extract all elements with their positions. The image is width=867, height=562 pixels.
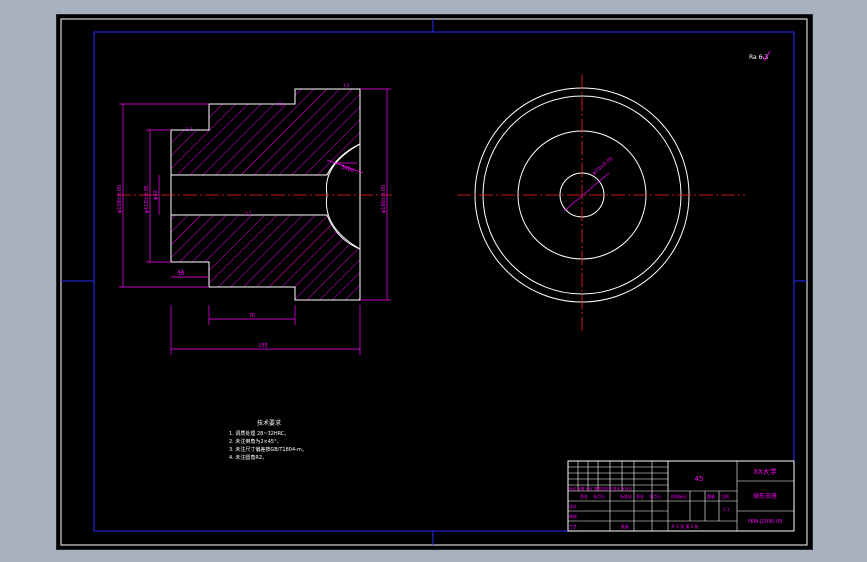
- title-block-sign-cell: 年月日: [593, 493, 605, 499]
- title-block-row-label: 审核: [569, 513, 577, 519]
- dim-left-dia-outer: φ158±0.05: [117, 185, 123, 213]
- title-block-sheet-label: 共 1 张 第 1 张: [671, 523, 698, 529]
- title-block-standardization: 标准化: [620, 493, 632, 499]
- title-block-weight-label: 重量: [707, 493, 715, 499]
- roughness-mark: 3.2: [245, 211, 252, 216]
- end-view-dim-leader: [563, 172, 610, 212]
- title-block-drawing-no: YKM-J2030-05: [746, 519, 782, 525]
- title-block-scale-label: 比例: [721, 493, 729, 499]
- dim-overall-length: 155: [258, 343, 268, 349]
- end-view-dimension: φ70±0.05: [591, 156, 614, 177]
- tech-req-item: 3. 未注尺寸偏差按GB/T1804-m。: [229, 446, 307, 453]
- dim-bore-dia: φ42: [153, 190, 159, 200]
- title-block-stage-label: 阶段标记: [671, 493, 687, 499]
- drawing-canvas[interactable]: Ra 6.3 155 70 18 φ158±0.05 φ110±0.05 φ42…: [57, 15, 812, 549]
- dim-groove-length: 70: [249, 313, 255, 319]
- technical-requirements: 技术要求 1. 调质处理 28~32HRC。 2. 未注倒角为2×45°。 3.…: [229, 419, 307, 461]
- tech-req-item: 2. 未注倒角为2×45°。: [229, 438, 282, 445]
- tech-req-title: 技术要求: [257, 419, 281, 427]
- sheet-outer-border: [60, 18, 808, 546]
- roughness-mark: 3.2: [277, 102, 284, 107]
- title-block-approve: 批准: [621, 523, 629, 529]
- title-block-revision-header: 标记 处数 分区 更改文件号 签名 年月日: [569, 486, 632, 491]
- title-block-row-label: 工艺: [569, 524, 577, 529]
- title-block-material: 45: [695, 475, 704, 483]
- dim-right-dia: φ180±0.05: [381, 185, 387, 213]
- title-block[interactable]: 45 XX大学 球形支座 YKM-J2030-05 标记 处数 分区 更改文件号…: [567, 460, 795, 532]
- sheet-inner-frame: [93, 31, 795, 532]
- roughness-mark: 3.2: [186, 127, 193, 132]
- section-view[interactable]: 155 70 18 φ158±0.05 φ110±0.05 φ42 φ180±0…: [117, 83, 392, 355]
- roughness-mark: 3.2: [343, 83, 350, 88]
- section-upper-body: [170, 88, 361, 176]
- tech-req-item: 1. 调质处理 28~32HRC。: [229, 430, 289, 437]
- title-block-school: XX大学: [753, 467, 777, 476]
- dim-left-dia-inner: φ110±0.05: [144, 185, 150, 213]
- title-block-part-name: 球形支座: [753, 492, 777, 500]
- title-block-sign-cell: 年月日: [649, 493, 661, 499]
- roughness-mark: 3.2: [177, 269, 184, 274]
- end-view[interactable]: φ70±0.05: [457, 75, 745, 333]
- title-block-sign-cell: 签名: [580, 493, 588, 499]
- title-block-scale-value: 1:1: [723, 507, 730, 512]
- title-block-row-label: 设计: [569, 503, 577, 509]
- tech-req-item: 4. 未注圆角R2。: [229, 454, 267, 461]
- dim-sphere-radius: SR60: [340, 164, 354, 174]
- title-block-sign-cell: 签名: [636, 493, 644, 499]
- cad-viewport[interactable]: Ra 6.3 155 70 18 φ158±0.05 φ110±0.05 φ42…: [56, 14, 813, 550]
